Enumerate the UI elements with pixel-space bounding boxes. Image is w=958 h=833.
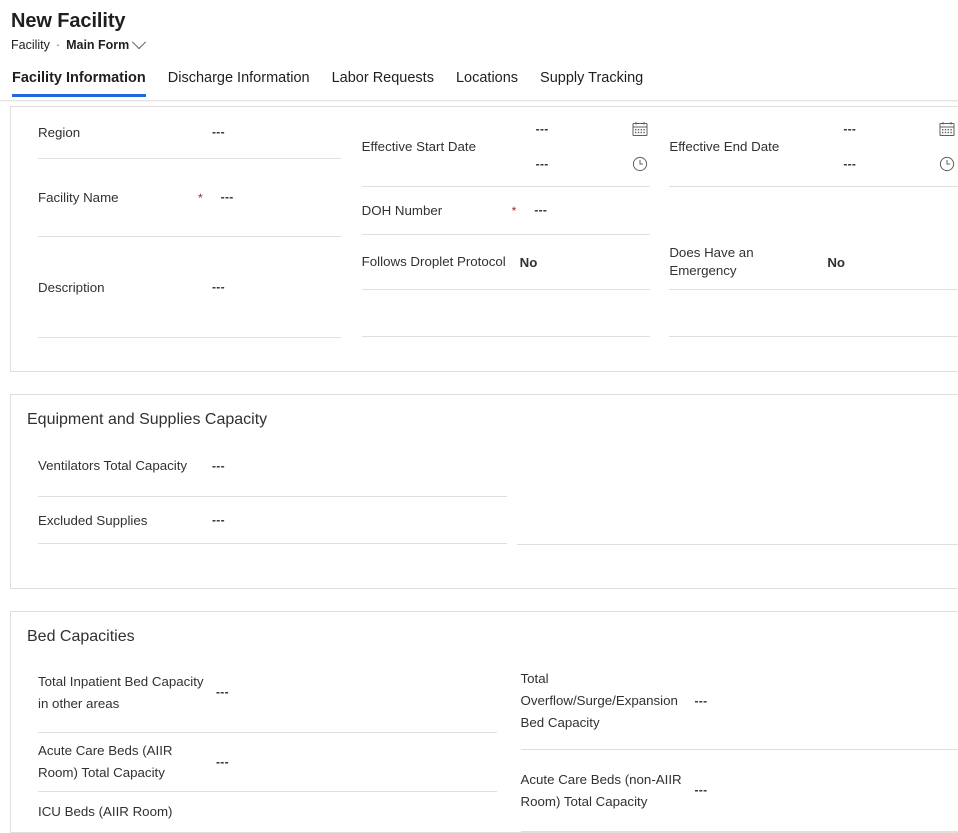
clock-icon[interactable]	[938, 155, 956, 173]
date-field-grid: Effective End Date ---	[669, 107, 958, 186]
bed-capacities-column-2: Total Overflow/Surge/Expansion Bed Capac…	[497, 653, 958, 832]
facility-info-column-2: Effective Start Date ---	[341, 107, 651, 337]
field-label: Acute Care Beds (AIIR Room) Total Capaci…	[38, 740, 216, 784]
entity-name: Facility	[11, 37, 50, 53]
form-selector[interactable]: Main Form	[66, 37, 144, 53]
field-value[interactable]: ---	[695, 780, 708, 801]
column-spacer	[669, 290, 958, 337]
breadcrumb-separator: ·	[54, 37, 62, 53]
field-label: Region	[38, 122, 212, 143]
clock-icon[interactable]	[631, 155, 649, 173]
field-region[interactable]: Region ---	[38, 107, 341, 159]
column-spacer	[669, 187, 958, 235]
time-value[interactable]: ---	[536, 154, 631, 175]
facility-info-column-3: Effective End Date ---	[650, 107, 958, 337]
time-input-row[interactable]: ---	[843, 154, 956, 175]
facility-info-columns: Region --- Facility Name * --- Descripti…	[11, 107, 958, 371]
facility-information-card: Region --- Facility Name * --- Descripti…	[10, 106, 958, 372]
field-value[interactable]: No	[827, 252, 845, 273]
equipment-column-1: Ventilators Total Capacity --- Excluded …	[11, 436, 507, 587]
field-label: Does Have an Emergency	[669, 244, 827, 280]
date-field-grid: Effective Start Date ---	[362, 107, 651, 186]
form-body: Region --- Facility Name * --- Descripti…	[0, 102, 958, 833]
field-follows-droplet-protocol[interactable]: Follows Droplet Protocol No	[362, 235, 651, 290]
field-label: Ventilators Total Capacity	[38, 457, 212, 475]
field-does-have-an-emergency[interactable]: Does Have an Emergency No	[669, 235, 958, 290]
tab-facility-information[interactable]: Facility Information	[11, 69, 157, 97]
field-value[interactable]: ---	[212, 456, 225, 477]
field-value[interactable]: No	[520, 252, 538, 273]
column-spacer	[362, 290, 651, 337]
tab-labor-requests[interactable]: Labor Requests	[321, 69, 445, 97]
date-time-inputs: ---	[843, 119, 956, 175]
section-title-bed-capacities: Bed Capacities	[11, 612, 958, 653]
time-input-row[interactable]: ---	[536, 154, 649, 175]
section-title-equipment: Equipment and Supplies Capacity	[11, 395, 958, 436]
field-label: Total Inpatient Bed Capacity in other ar…	[38, 671, 216, 715]
bed-capacities-columns: Total Inpatient Bed Capacity in other ar…	[11, 653, 958, 832]
calendar-icon[interactable]	[938, 120, 956, 138]
field-label: Excluded Supplies	[38, 510, 212, 531]
page-header: New Facility Facility · Main Form	[0, 0, 958, 53]
required-indicator-icon: *	[198, 193, 203, 203]
field-effective-end-date[interactable]: Effective End Date ---	[669, 107, 958, 187]
calendar-icon[interactable]	[631, 120, 649, 138]
field-doh-number[interactable]: DOH Number * ---	[362, 187, 651, 235]
date-value[interactable]: ---	[843, 119, 938, 140]
column-spacer	[38, 544, 507, 587]
field-value[interactable]: ---	[212, 122, 225, 143]
time-value[interactable]: ---	[843, 154, 938, 175]
column-spacer	[38, 338, 341, 371]
field-value[interactable]: ---	[695, 691, 708, 712]
facility-info-column-1: Region --- Facility Name * --- Descripti…	[11, 107, 341, 371]
field-label: Follows Droplet Protocol	[362, 253, 520, 271]
field-value[interactable]: ---	[534, 200, 547, 221]
field-ventilators-total-capacity[interactable]: Ventilators Total Capacity ---	[38, 436, 507, 497]
field-label: ICU Beds (AIIR Room)	[38, 801, 216, 823]
field-facility-name[interactable]: Facility Name * ---	[38, 159, 341, 237]
tab-discharge-information[interactable]: Discharge Information	[157, 69, 321, 97]
field-label: Facility Name	[38, 187, 196, 208]
equipment-column-2	[507, 436, 958, 588]
form-selector-label: Main Form	[66, 37, 129, 53]
page-title: New Facility	[11, 9, 958, 34]
tab-strip: Facility Information Discharge Informati…	[0, 53, 958, 97]
field-effective-start-date[interactable]: Effective Start Date ---	[362, 107, 651, 187]
field-label: Description	[38, 277, 212, 298]
required-indicator-icon: *	[512, 206, 517, 216]
tab-supply-tracking[interactable]: Supply Tracking	[529, 69, 654, 97]
field-label: Acute Care Beds (non-AIIR Room) Total Ca…	[521, 769, 695, 813]
field-acute-care-beds-aiir-total-capacity[interactable]: Acute Care Beds (AIIR Room) Total Capaci…	[38, 733, 497, 792]
field-value[interactable]: ---	[212, 510, 225, 531]
date-input-row[interactable]: ---	[536, 119, 649, 140]
field-excluded-supplies[interactable]: Excluded Supplies ---	[38, 497, 507, 544]
field-total-overflow-surge-expansion-bed-capacity[interactable]: Total Overflow/Surge/Expansion Bed Capac…	[521, 653, 958, 750]
field-value[interactable]: ---	[216, 752, 229, 773]
field-acute-care-beds-non-aiir-total-capacity[interactable]: Acute Care Beds (non-AIIR Room) Total Ca…	[521, 750, 958, 832]
bed-capacities-column-1: Total Inpatient Bed Capacity in other ar…	[11, 653, 497, 832]
bed-capacities-card: Bed Capacities Total Inpatient Bed Capac…	[10, 611, 958, 833]
field-label: DOH Number	[362, 200, 510, 221]
field-label: Effective Start Date	[362, 138, 536, 156]
field-value[interactable]: ---	[221, 187, 234, 208]
date-input-row[interactable]: ---	[843, 119, 956, 140]
date-time-inputs: ---	[536, 119, 649, 175]
tab-locations[interactable]: Locations	[445, 69, 529, 97]
field-description[interactable]: Description ---	[38, 237, 341, 338]
breadcrumb: Facility · Main Form	[11, 37, 958, 53]
equipment-columns: Ventilators Total Capacity --- Excluded …	[11, 436, 958, 588]
field-total-inpatient-bed-capacity-other-areas[interactable]: Total Inpatient Bed Capacity in other ar…	[38, 653, 497, 733]
equipment-supplies-card: Equipment and Supplies Capacity Ventilat…	[10, 394, 958, 589]
date-value[interactable]: ---	[536, 119, 631, 140]
field-value[interactable]: ---	[216, 682, 229, 703]
field-icu-beds-aiir-room[interactable]: ICU Beds (AIIR Room)	[38, 792, 497, 832]
field-label: Effective End Date	[669, 138, 843, 156]
chevron-down-icon	[132, 35, 146, 49]
field-value[interactable]: ---	[212, 277, 225, 298]
field-label: Total Overflow/Surge/Expansion Bed Capac…	[521, 668, 695, 734]
